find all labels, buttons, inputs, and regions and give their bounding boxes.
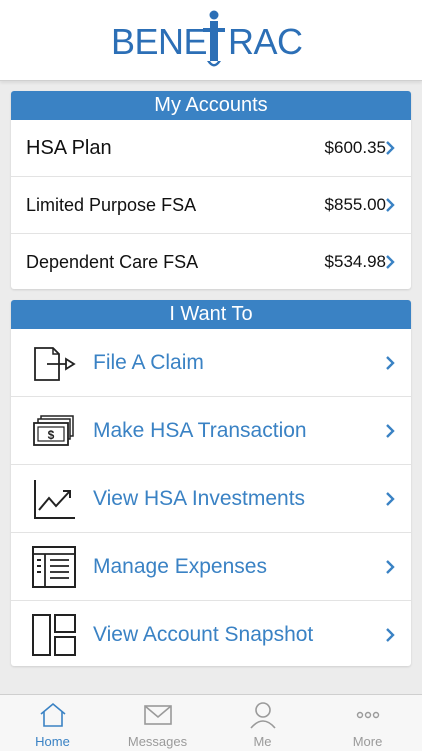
chevron-right-icon [383, 559, 397, 574]
benetrac-logo: BENE RAC [0, 6, 422, 76]
app-header: BENE RAC [0, 0, 422, 81]
chevron-right-icon [383, 198, 397, 212]
account-row-dependent-care-fsa[interactable]: Dependent Care FSA $534.98 [11, 233, 411, 289]
action-manage-expenses[interactable]: Manage Expenses [11, 532, 411, 600]
tab-more[interactable]: More [315, 695, 420, 751]
more-icon [353, 701, 383, 729]
action-file-a-claim[interactable]: File A Claim [11, 329, 411, 396]
account-amount: $534.98 [324, 252, 386, 271]
account-row-limited-purpose-fsa[interactable]: Limited Purpose FSA $855.00 [11, 176, 411, 233]
my-accounts-card: My Accounts HSA Plan $600.35 Limited Pur… [11, 91, 411, 289]
person-icon [249, 701, 277, 729]
file-claim-icon [31, 340, 77, 386]
chevron-right-icon [383, 627, 397, 642]
action-view-account-snapshot[interactable]: View Account Snapshot [11, 600, 411, 666]
i-want-to-title: I Want To [11, 300, 411, 329]
snapshot-icon [31, 612, 77, 658]
envelope-icon [143, 701, 173, 729]
i-want-to-card: I Want To File A Claim $ Make HSA Transa… [11, 300, 411, 666]
action-label: Manage Expenses [93, 554, 267, 578]
svg-text:$: $ [48, 428, 55, 442]
svg-text:BENE: BENE [111, 21, 207, 62]
action-make-hsa-transaction[interactable]: $ Make HSA Transaction [11, 396, 411, 464]
account-name: Dependent Care FSA [26, 251, 199, 272]
chart-icon [31, 476, 77, 522]
chevron-right-icon [383, 423, 397, 438]
account-name: HSA Plan [26, 136, 112, 159]
action-label: View HSA Investments [93, 486, 306, 510]
money-icon: $ [31, 408, 77, 454]
chevron-right-icon [383, 141, 397, 155]
account-amount: $855.00 [324, 195, 386, 214]
account-row-hsa-plan[interactable]: HSA Plan $600.35 [11, 120, 411, 176]
tab-label: Messages [127, 734, 188, 749]
benetrac-logo-mark: BENE RAC [111, 10, 303, 67]
account-amount: $600.35 [324, 138, 386, 157]
tab-home[interactable]: Home [0, 695, 105, 751]
svg-text:RAC: RAC [228, 21, 303, 62]
action-view-hsa-investments[interactable]: View HSA Investments [11, 464, 411, 532]
action-label: Make HSA Transaction [93, 418, 307, 442]
my-accounts-title: My Accounts [11, 91, 411, 120]
tab-label: Home [35, 734, 70, 749]
expenses-icon [31, 544, 77, 590]
chevron-right-icon [383, 491, 397, 506]
chevron-right-icon [383, 255, 397, 269]
chevron-right-icon [383, 355, 397, 370]
home-icon [38, 701, 68, 729]
action-label: File A Claim [93, 350, 204, 374]
account-name: Limited Purpose FSA [26, 194, 197, 215]
tab-label: Me [253, 734, 272, 749]
action-label: View Account Snapshot [93, 622, 314, 646]
tab-me[interactable]: Me [210, 695, 315, 751]
tab-label: More [352, 734, 383, 749]
tab-bar: Home Messages Me More [0, 694, 422, 751]
tab-messages[interactable]: Messages [105, 695, 210, 751]
